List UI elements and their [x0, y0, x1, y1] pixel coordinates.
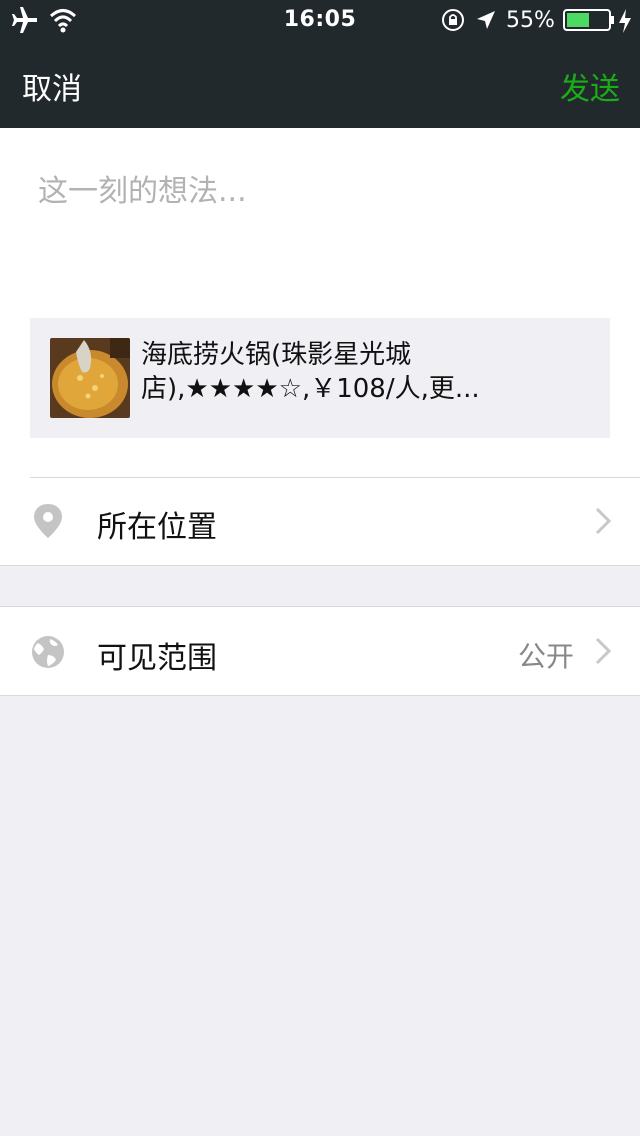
- visibility-value: 公开: [517, 640, 574, 673]
- send-button[interactable]: 发送: [560, 64, 620, 108]
- compose-area: 这一刻的想法... 海底捞火锅(珠影星光城店),★★★★☆,￥108/人,更..…: [0, 128, 640, 566]
- chevron-right-icon: [595, 507, 612, 535]
- visibility-row[interactable]: 可见范围 公开: [0, 606, 640, 696]
- chevron-right-icon: [595, 637, 612, 665]
- location-arrow-icon: [477, 11, 495, 29]
- battery-percent: 55%: [506, 8, 555, 33]
- location-label: 所在位置: [97, 510, 217, 545]
- visibility-label: 可见范围: [97, 641, 217, 676]
- charging-icon: [619, 9, 631, 33]
- thoughts-input[interactable]: 这一刻的想法...: [38, 166, 247, 210]
- location-pin-icon: [34, 504, 62, 538]
- shared-link-card[interactable]: 海底捞火锅(珠影星光城店),★★★★☆,￥108/人,更...: [30, 318, 610, 438]
- divider: [0, 565, 640, 566]
- rotation-lock-icon: [442, 9, 464, 31]
- shared-link-thumbnail: [50, 338, 130, 418]
- globe-icon: [32, 636, 64, 668]
- status-bar: 16:05 55%: [0, 0, 640, 40]
- cancel-button[interactable]: 取消: [22, 64, 82, 108]
- top-bar: 16:05 55% 取消 发送: [0, 0, 640, 128]
- location-row[interactable]: 所在位置: [0, 478, 640, 564]
- battery-icon: [563, 9, 614, 31]
- shared-link-title: 海底捞火锅(珠影星光城店),★★★★☆,￥108/人,更...: [141, 340, 480, 404]
